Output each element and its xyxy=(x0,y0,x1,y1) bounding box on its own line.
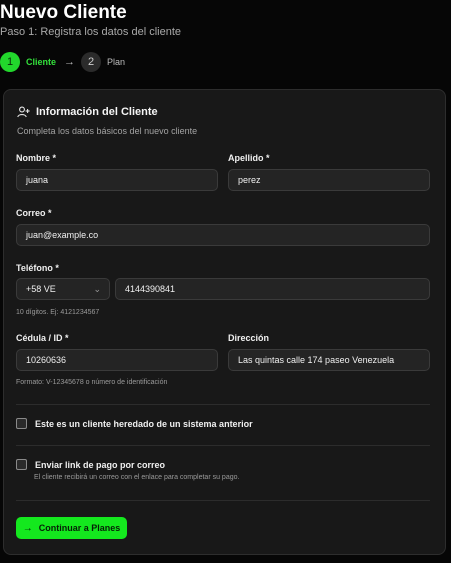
payment-link-label[interactable]: Enviar link de pago por correo xyxy=(35,460,165,470)
telefono-input[interactable]: 4144390841 xyxy=(115,278,430,300)
legacy-client-row[interactable]: Este es un cliente heredado de un sistem… xyxy=(16,418,253,429)
arrow-right-icon: → xyxy=(22,522,33,534)
nombre-label: Nombre * xyxy=(16,153,57,163)
step-1-circle[interactable]: 1 xyxy=(0,52,20,72)
continue-button[interactable]: → Continuar a Planes xyxy=(16,517,127,539)
country-code-select[interactable]: +58 VE ⌄ xyxy=(16,278,110,300)
page-title: Nuevo Cliente xyxy=(0,2,127,23)
legacy-client-checkbox[interactable] xyxy=(16,418,27,429)
arrow-right-icon: → xyxy=(64,56,76,68)
cedula-input[interactable]: 10260636 xyxy=(16,349,218,371)
correo-label: Correo * xyxy=(16,208,52,218)
page-subtitle: Paso 1: Registra los datos del cliente xyxy=(0,26,181,38)
step-2-label[interactable]: Plan xyxy=(107,57,125,67)
cedula-label: Cédula / ID * xyxy=(16,333,69,343)
step-2-circle[interactable]: 2 xyxy=(81,52,102,72)
card-title-text: Información del Cliente xyxy=(36,106,158,118)
stepper: 1 Cliente → 2 Plan xyxy=(0,51,125,73)
continue-button-label: Continuar a Planes xyxy=(38,523,121,533)
telefono-hint: 10 dígitos. Ej: 4121234567 xyxy=(16,309,100,316)
nombre-input[interactable]: juana xyxy=(16,169,218,191)
apellido-label: Apellido * xyxy=(228,153,270,163)
chevron-down-icon: ⌄ xyxy=(93,284,101,294)
card-title: Información del Cliente xyxy=(17,106,158,118)
step-1-label[interactable]: Cliente xyxy=(26,57,56,67)
divider xyxy=(16,500,430,501)
payment-link-row[interactable]: Enviar link de pago por correo xyxy=(16,459,165,470)
correo-input[interactable]: juan@example.co xyxy=(16,224,430,246)
payment-link-checkbox[interactable] xyxy=(16,459,27,470)
direccion-label: Dirección xyxy=(228,333,270,343)
divider xyxy=(16,445,430,446)
client-info-card: Información del Cliente Completa los dat… xyxy=(3,89,446,555)
divider xyxy=(16,404,430,405)
user-plus-icon xyxy=(17,106,30,118)
country-code-value: +58 VE xyxy=(26,284,56,294)
payment-link-hint: El cliente recibirá un correo con el enl… xyxy=(34,474,240,481)
telefono-label: Teléfono * xyxy=(16,263,59,273)
card-description: Completa los datos básicos del nuevo cli… xyxy=(17,126,198,136)
direccion-input[interactable]: Las quintas calle 174 paseo Venezuela xyxy=(228,349,430,371)
apellido-input[interactable]: perez xyxy=(228,169,430,191)
cedula-hint: Formato: V-12345678 o número de identifi… xyxy=(16,379,168,386)
legacy-client-label[interactable]: Este es un cliente heredado de un sistem… xyxy=(35,419,253,429)
